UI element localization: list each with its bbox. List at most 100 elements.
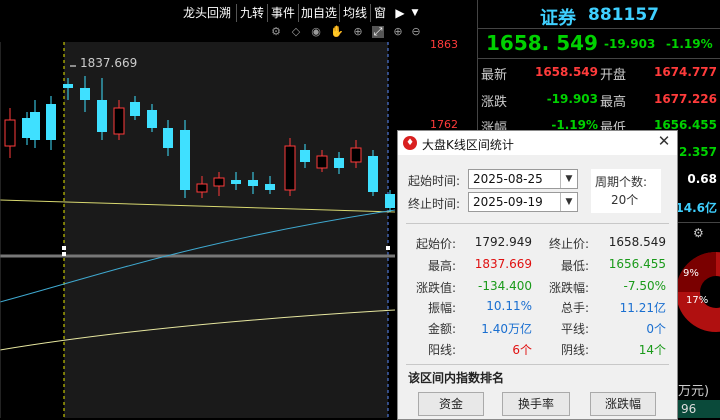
range-handle [62, 252, 66, 256]
toolbar-event-button[interactable]: 事件 [268, 4, 298, 22]
candle-body [213, 177, 225, 187]
candle-body [63, 84, 73, 88]
toolbar-jiuzhuan-button[interactable]: 九转 [237, 4, 267, 22]
diamond-icon[interactable]: ◇ [290, 26, 302, 38]
start-date-select[interactable]: 2025-08-25 ▼ [468, 169, 578, 189]
stat-value: 1656.455 [608, 257, 666, 271]
pie-label: 9% [683, 268, 699, 279]
candle-body [147, 110, 157, 128]
stat-value: -7.50% [623, 279, 666, 293]
quote-value: 1658.549 [534, 65, 598, 79]
end-date-select[interactable]: 2025-09-19 ▼ [468, 192, 578, 212]
quote-label: 最高 [600, 95, 627, 110]
toolbar-longtou-button[interactable]: 龙头回溯 [178, 4, 236, 22]
chevron-down-icon[interactable]: ▼ [560, 193, 577, 211]
candle-body [4, 119, 16, 147]
selected-range-area [64, 42, 388, 418]
chevron-down-icon[interactable]: ▼ [560, 170, 577, 188]
rank-change-button[interactable]: 涨跌幅 [590, 392, 656, 416]
candle-body [163, 128, 173, 148]
candle-body [46, 104, 56, 140]
stat-label: 阳线: [427, 343, 456, 357]
dialog-title: 大盘K线区间统计 [422, 138, 514, 152]
candle-body [300, 150, 310, 162]
toolbar-window-button[interactable]: 窗 [372, 4, 388, 22]
candle-body [316, 155, 328, 169]
current-price: 1658. 549 [486, 31, 598, 55]
stat-label: 阴线: [560, 343, 589, 357]
range-handle [62, 246, 66, 250]
stat-value: 1658.549 [608, 235, 666, 249]
quote-value: -19.903 [546, 92, 598, 106]
candle-body [385, 194, 395, 208]
candle-body [350, 147, 362, 163]
volume-value: 96 [681, 402, 697, 416]
candle-body [231, 180, 241, 184]
stat-label: 最高: [427, 259, 456, 273]
period-count-label: 周期个数: [595, 175, 648, 189]
stat-value: 0个 [646, 322, 666, 336]
close-icon[interactable]: ✕ [657, 134, 671, 149]
expand-icon[interactable]: ⤢ [372, 26, 384, 38]
stat-label: 终止价: [548, 237, 589, 251]
candle-body [80, 88, 90, 100]
rank-fund-button[interactable]: 资金 [418, 392, 484, 416]
toolbar-add-watchlist-button[interactable]: 加自选 [299, 4, 339, 22]
stat-label: 平线: [560, 322, 589, 336]
settings-icon[interactable]: ⚙ [270, 26, 282, 38]
price-change-pct: -1.19% [666, 37, 713, 51]
volume-unit-label: 万元) [678, 384, 710, 399]
high-price-marker: 1837.669 [80, 56, 138, 70]
hand-icon[interactable]: ✋ [330, 26, 344, 38]
stat-value: -134.400 [478, 279, 532, 293]
candle-body [130, 102, 140, 116]
kline-range-stats-dialog: ♦ 大盘K线区间统计 ✕ 起始时间: 2025-08-25 ▼ 终止时间: 202… [397, 130, 678, 420]
candle-body [180, 130, 190, 190]
candle-body [334, 158, 344, 168]
range-handle [386, 246, 390, 250]
stat-label: 总手: [560, 301, 589, 315]
stat-label: 振幅: [427, 301, 456, 315]
candle-body [113, 107, 125, 135]
stat-value: 1792.949 [474, 235, 532, 249]
period-count-box: 周期个数: 20个 [591, 169, 661, 213]
stock-code: 881157 [588, 5, 659, 25]
candle-body [284, 145, 296, 191]
candle-body [97, 100, 107, 132]
stat-label: 涨跌值: [415, 281, 456, 295]
period-count-value: 20个 [611, 193, 639, 207]
pie-label: 17% [686, 295, 709, 306]
toolbar-dropdown-icon[interactable]: ▼ [408, 4, 422, 22]
eye-icon[interactable]: ◉ [310, 26, 322, 38]
end-time-label: 终止时间: [408, 197, 461, 211]
ranking-label: 该区间内指数排名 [408, 371, 505, 385]
stat-value: 11.21亿 [619, 301, 666, 315]
candle-body [30, 112, 40, 140]
quote-label: 涨跌 [481, 95, 508, 110]
stat-label: 最低: [560, 259, 589, 273]
rank-turnover-button[interactable]: 换手率 [502, 392, 570, 416]
quote-label: 开盘 [600, 68, 627, 83]
y-axis-label: 1863 [430, 38, 458, 51]
quote-value: 1674.777 [653, 65, 717, 79]
dialog-titlebar[interactable]: ♦ 大盘K线区间统计 ✕ [398, 131, 677, 155]
candle-body [368, 156, 378, 192]
zoom-out-icon[interactable]: ⊖ [410, 26, 422, 38]
stat-value: 1.40万亿 [481, 322, 532, 336]
stat-value: 10.11% [486, 299, 532, 313]
stat-label: 起始价: [415, 237, 456, 251]
candle-body [265, 184, 275, 190]
candle-body [248, 180, 258, 186]
candle-body [196, 183, 208, 193]
compass-icon[interactable]: ⊕ [352, 26, 364, 38]
quote-value: 1677.226 [653, 92, 717, 106]
stat-value: 14个 [638, 343, 666, 357]
toolbar-ma-button[interactable]: 均线 [340, 4, 370, 22]
zoom-in-icon[interactable]: ⊕ [392, 26, 404, 38]
settings-icon[interactable]: ⚙ [693, 226, 707, 240]
start-time-label: 起始时间: [408, 174, 461, 188]
stat-value: 6个 [512, 343, 532, 357]
quote-label: 最新 [481, 68, 508, 83]
price-change: -19.903 [604, 37, 656, 51]
toolbar-play-icon[interactable]: ▶ [392, 4, 408, 22]
